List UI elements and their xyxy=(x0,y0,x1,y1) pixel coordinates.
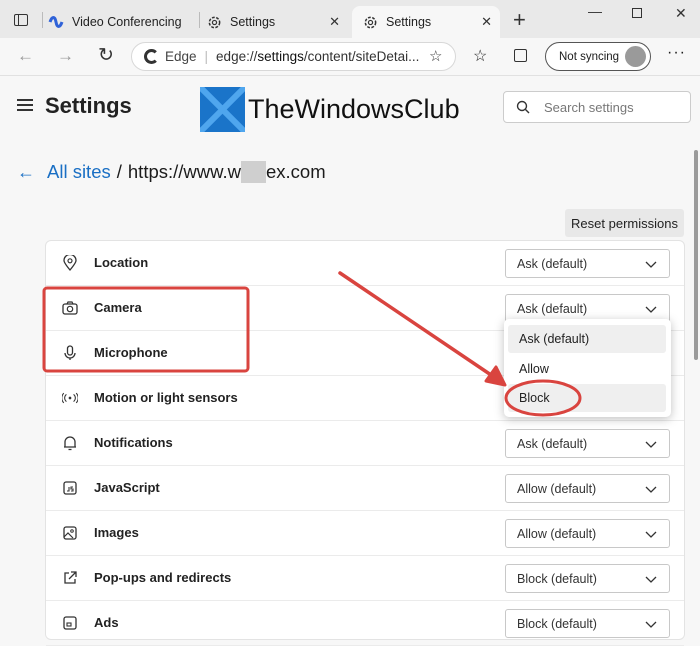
more-menu-icon[interactable]: ··· xyxy=(667,44,686,62)
popup-icon xyxy=(62,570,78,586)
close-window-button[interactable]: ✕ xyxy=(675,5,687,22)
permission-label: Motion or light sensors xyxy=(94,390,238,405)
permission-row-location: Location Ask (default) xyxy=(46,241,684,286)
avatar xyxy=(625,46,646,67)
camera-dropdown-menu: Ask (default) Allow Block xyxy=(504,319,671,417)
windowsclub-logo-icon xyxy=(200,87,245,132)
permission-label: Images xyxy=(94,525,139,540)
javascript-icon xyxy=(62,480,78,496)
maximize-button[interactable] xyxy=(632,8,642,18)
camera-icon xyxy=(62,300,78,316)
sync-label: Not syncing xyxy=(559,50,620,63)
edge-icon xyxy=(144,49,159,64)
favorites-icon[interactable]: ☆ xyxy=(473,46,487,66)
location-icon xyxy=(62,255,78,271)
breadcrumb: ← All sites / https://www.w ex.com xyxy=(17,161,326,183)
gear-icon xyxy=(362,14,378,30)
site-label: Edge xyxy=(165,49,197,64)
tab-label: Settings xyxy=(386,15,432,29)
search-input[interactable]: Search settings xyxy=(503,91,691,123)
tab-bar: Video Conferencing Settings ✕ Settings ✕… xyxy=(0,0,700,38)
redaction-blur xyxy=(240,161,266,183)
hamburger-menu-icon[interactable] xyxy=(17,99,33,114)
chevron-down-icon xyxy=(645,303,657,317)
all-sites-link[interactable]: All sites xyxy=(47,161,111,183)
chevron-down-icon xyxy=(645,483,657,497)
image-icon xyxy=(62,525,78,541)
chevron-down-icon xyxy=(645,573,657,587)
search-icon xyxy=(516,100,530,117)
option-allow[interactable]: Allow xyxy=(508,355,666,383)
permission-label: Pop-ups and redirects xyxy=(94,570,232,585)
ads-icon xyxy=(62,615,78,631)
tab-settings-active[interactable]: Settings ✕ xyxy=(352,6,500,38)
permission-label: Microphone xyxy=(94,345,168,360)
chevron-down-icon xyxy=(645,528,657,542)
new-tab-button[interactable]: + xyxy=(513,7,526,33)
address-bar[interactable]: Edge | edge://settings/content/siteDetai… xyxy=(131,42,456,71)
watermark-text: TheWindowsClub xyxy=(248,94,460,124)
site-url-suffix: ex.com xyxy=(265,161,326,182)
watermark-logo: TheWindowsClub xyxy=(200,87,460,132)
close-icon[interactable]: ✕ xyxy=(481,14,492,30)
scrollbar-thumb[interactable] xyxy=(694,150,698,360)
permission-row-images: Images Allow (default) xyxy=(46,511,684,556)
chevron-down-icon xyxy=(645,438,657,452)
forward-arrow-icon[interactable]: → xyxy=(57,46,74,66)
page-title: Settings xyxy=(45,93,132,118)
webex-icon xyxy=(48,14,64,30)
microphone-icon xyxy=(62,345,78,361)
back-arrow-icon[interactable]: ← xyxy=(17,162,35,183)
navigation-bar: ← → ↻ Edge | edge://settings/content/sit… xyxy=(0,38,700,76)
reset-permissions-button[interactable]: Reset permissions xyxy=(565,209,684,237)
permission-row-ads: Ads Block (default) xyxy=(46,601,684,646)
minimize-button[interactable]: — xyxy=(588,3,602,19)
tab-actions-icon[interactable] xyxy=(14,14,28,26)
permission-row-javascript: JavaScript Allow (default) xyxy=(46,466,684,511)
permission-select[interactable]: Allow (default) xyxy=(505,474,670,503)
permission-select[interactable]: Allow (default) xyxy=(505,519,670,548)
tab-video-conferencing[interactable]: Video Conferencing xyxy=(48,6,198,38)
url-text: edge://settings/content/siteDetai... xyxy=(216,49,420,64)
permission-label: Ads xyxy=(94,615,119,630)
permission-select[interactable]: Block (default) xyxy=(505,564,670,593)
favorite-add-icon[interactable]: ☆ xyxy=(429,47,442,65)
close-icon[interactable]: ✕ xyxy=(329,14,340,30)
permission-select[interactable]: Ask (default) xyxy=(505,429,670,458)
tab-label: Settings xyxy=(230,15,276,29)
option-block[interactable]: Block xyxy=(508,384,666,412)
back-arrow-icon[interactable]: ← xyxy=(17,46,34,66)
option-ask-default[interactable]: Ask (default) xyxy=(508,325,666,353)
breadcrumb-separator: / xyxy=(116,161,122,182)
chevron-down-icon xyxy=(645,618,657,632)
collections-icon[interactable] xyxy=(514,49,527,62)
chevron-down-icon xyxy=(645,258,657,272)
permission-select[interactable]: Block (default) xyxy=(505,609,670,638)
site-url-prefix: https://www.w xyxy=(127,161,241,182)
tab-settings[interactable]: Settings ✕ xyxy=(200,6,348,38)
bell-icon xyxy=(62,435,78,451)
permission-label: JavaScript xyxy=(94,480,160,495)
permission-row-notifications: Notifications Ask (default) xyxy=(46,421,684,466)
gear-icon xyxy=(206,14,222,30)
tab-label: Video Conferencing xyxy=(72,15,182,29)
edge-site-badge: Edge xyxy=(144,49,197,64)
profile-sync-button[interactable]: Not syncing xyxy=(545,42,651,71)
permission-row-popups: Pop-ups and redirects Block (default) xyxy=(46,556,684,601)
permissions-list: Location Ask (default) Camera Ask (defau… xyxy=(45,240,685,646)
refresh-icon[interactable]: ↻ xyxy=(98,44,114,67)
permission-label: Camera xyxy=(94,300,142,315)
sensor-icon xyxy=(62,390,78,406)
address-separator: | xyxy=(204,49,209,64)
permission-label: Location xyxy=(94,255,149,270)
permission-select[interactable]: Ask (default) xyxy=(505,249,670,278)
permission-label: Notifications xyxy=(94,435,173,450)
search-placeholder: Search settings xyxy=(544,99,634,115)
